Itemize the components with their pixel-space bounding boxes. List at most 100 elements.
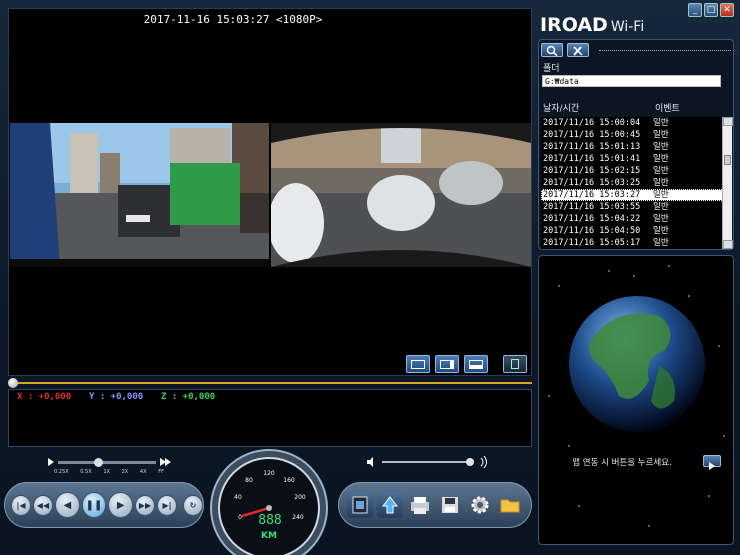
save-button[interactable]	[437, 492, 463, 518]
layout-toggle-button[interactable]	[503, 355, 527, 373]
gsensor-panel: X : +0,000 Y : +0,000 Z : +0,000	[8, 389, 532, 447]
file-list-row[interactable]: 2017/11/16 15:04:50 일반	[541, 225, 723, 237]
speed-label-025x[interactable]: 0.25X	[54, 469, 69, 475]
speed-slider-knob[interactable]	[94, 458, 103, 467]
last-file-button[interactable]: ▶|	[157, 494, 177, 516]
prev-file-button[interactable]: ◀◀	[32, 494, 53, 516]
tools-button[interactable]	[567, 43, 589, 57]
speedometer-gauge: 0 40 80 120 160 200 240 888 KM	[210, 449, 328, 555]
file-list-row[interactable]: 2017/11/16 15:03:55 일반	[541, 201, 723, 213]
speaker-icon[interactable]	[367, 457, 377, 467]
speed-slider-track[interactable]	[58, 461, 156, 464]
timeline-knob[interactable]	[8, 378, 18, 388]
folder-icon	[500, 499, 520, 513]
rewind-button[interactable]: ◀	[54, 492, 80, 518]
file-list-row[interactable]: 2017/11/16 15:01:41 일반	[541, 153, 723, 165]
speed-labels: 0.25X 0.5X 1X 2X 4X FF	[54, 469, 164, 475]
maximize-button[interactable]: □	[704, 3, 718, 17]
scroll-down-button[interactable]	[723, 240, 733, 249]
front-camera-view[interactable]	[10, 123, 269, 267]
play-button[interactable]: ▶	[108, 492, 134, 518]
layout-split-button[interactable]	[435, 355, 459, 373]
gauge-tick-80: 80	[245, 477, 253, 484]
search-button[interactable]	[541, 43, 563, 57]
file-datetime: 2017/11/16 15:03:27	[543, 190, 641, 200]
gsensor-x: X : +0,000	[17, 392, 72, 402]
save-disk-icon	[442, 497, 458, 513]
wrench-icon	[573, 45, 583, 56]
brand-name: IROAD	[540, 14, 608, 36]
file-list-scrollbar[interactable]	[722, 117, 733, 249]
map-panel: 맵 연동 시 버튼을 누르세요.	[538, 255, 734, 545]
volume-slider-track[interactable]	[382, 461, 472, 463]
app-brand: IROAD Wi-Fi	[540, 14, 644, 36]
file-list-row[interactable]: 2017/11/16 15:02:15 일반	[541, 165, 723, 177]
speed-label-1x[interactable]: 1X	[103, 469, 110, 475]
layout-buttons	[406, 355, 527, 373]
playback-timeline[interactable]	[8, 378, 532, 388]
next-file-button[interactable]: ▶▶	[135, 494, 156, 516]
folder-path-field[interactable]: G:₩data	[542, 75, 721, 87]
file-list-row[interactable]: 2017/11/16 15:01:13 일반	[541, 141, 723, 153]
file-event: 일반	[653, 130, 669, 140]
map-link-button[interactable]	[703, 455, 721, 470]
pause-button[interactable]: ❚❚	[81, 492, 107, 518]
playback-speed-control: 0.25X 0.5X 1X 2X 4X FF	[44, 458, 174, 478]
film-button[interactable]	[347, 492, 373, 518]
file-list-row[interactable]: 2017/11/16 15:05:17 일반	[541, 237, 723, 249]
file-list-header: 날자/시간 이벤트	[541, 101, 721, 115]
scroll-up-button[interactable]	[723, 117, 733, 126]
print-button[interactable]	[407, 492, 433, 518]
speed-slower-icon[interactable]	[48, 458, 54, 466]
file-list-row[interactable]: 2017/11/16 15:00:45 일반	[541, 129, 723, 141]
file-datetime: 2017/11/16 15:02:15	[543, 166, 641, 176]
gauge-tick-160: 160	[283, 477, 295, 484]
globe-image	[548, 265, 725, 527]
speed-label-ff[interactable]: FF	[158, 469, 164, 475]
volume-loud-icon[interactable]	[479, 456, 489, 468]
file-panel: 폴더 G:₩data 날자/시간 이벤트 2017/11/16 15:00:04…	[538, 39, 734, 250]
file-datetime: 2017/11/16 15:00:45	[543, 130, 641, 140]
upload-button[interactable]	[377, 492, 403, 518]
gsensor-readout: X : +0,000 Y : +0,000 Z : +0,000	[9, 390, 531, 402]
file-list-row[interactable]: 2017/11/16 15:03:27 일반	[541, 189, 723, 201]
gauge-tick-0: 0	[238, 514, 242, 521]
gsensor-y: Y : +0,000	[89, 392, 144, 402]
volume-control	[364, 456, 494, 470]
file-event: 일반	[653, 142, 669, 152]
first-file-button[interactable]: |◀	[11, 494, 31, 516]
file-list-row[interactable]: 2017/11/16 15:04:22 일반	[541, 213, 723, 225]
file-list-row[interactable]: 2017/11/16 15:03:25 일반	[541, 177, 723, 189]
file-list-row[interactable]: 2017/11/16 15:00:04 일반	[541, 117, 723, 129]
repeat-button[interactable]: ↻	[182, 494, 203, 516]
scroll-thumb[interactable]	[724, 155, 731, 165]
column-datetime[interactable]: 날자/시간	[541, 101, 653, 115]
speed-label-2x[interactable]: 2X	[122, 469, 129, 475]
close-button[interactable]: ✕	[720, 3, 734, 17]
file-panel-toolbar	[541, 42, 731, 58]
file-event: 일반	[653, 178, 669, 188]
gauge-digits: 888	[258, 513, 281, 528]
dashcam-viewer-window: 2017-11-16 15:03:27 <1080P> X: +0,000 Y…	[0, 0, 740, 555]
front-camera-image	[10, 123, 269, 267]
gauge-hub	[266, 505, 272, 511]
prev-file-icon: ◀◀	[36, 500, 50, 510]
speed-label-05x[interactable]: 0.5X	[80, 469, 91, 475]
layout-pip-icon	[469, 359, 483, 369]
settings-button[interactable]	[467, 492, 493, 518]
column-event[interactable]: 이벤트	[653, 101, 680, 115]
layout-single-button[interactable]	[406, 355, 430, 373]
speed-label-4x[interactable]: 4X	[140, 469, 147, 475]
gsensor-z: Z : +0,000	[161, 392, 216, 402]
file-event: 일반	[653, 226, 669, 236]
last-file-icon: ▶|	[162, 500, 172, 510]
layout-pip-button[interactable]	[464, 355, 488, 373]
film-icon	[352, 496, 368, 514]
volume-slider-knob[interactable]	[466, 458, 474, 466]
file-event: 일반	[653, 190, 669, 200]
pause-icon: ❚❚	[85, 499, 103, 511]
file-datetime: 2017/11/16 15:01:13	[543, 142, 641, 152]
open-folder-button[interactable]	[497, 492, 523, 518]
minimize-button[interactable]: _	[688, 3, 702, 17]
rear-camera-view[interactable]	[271, 123, 531, 267]
